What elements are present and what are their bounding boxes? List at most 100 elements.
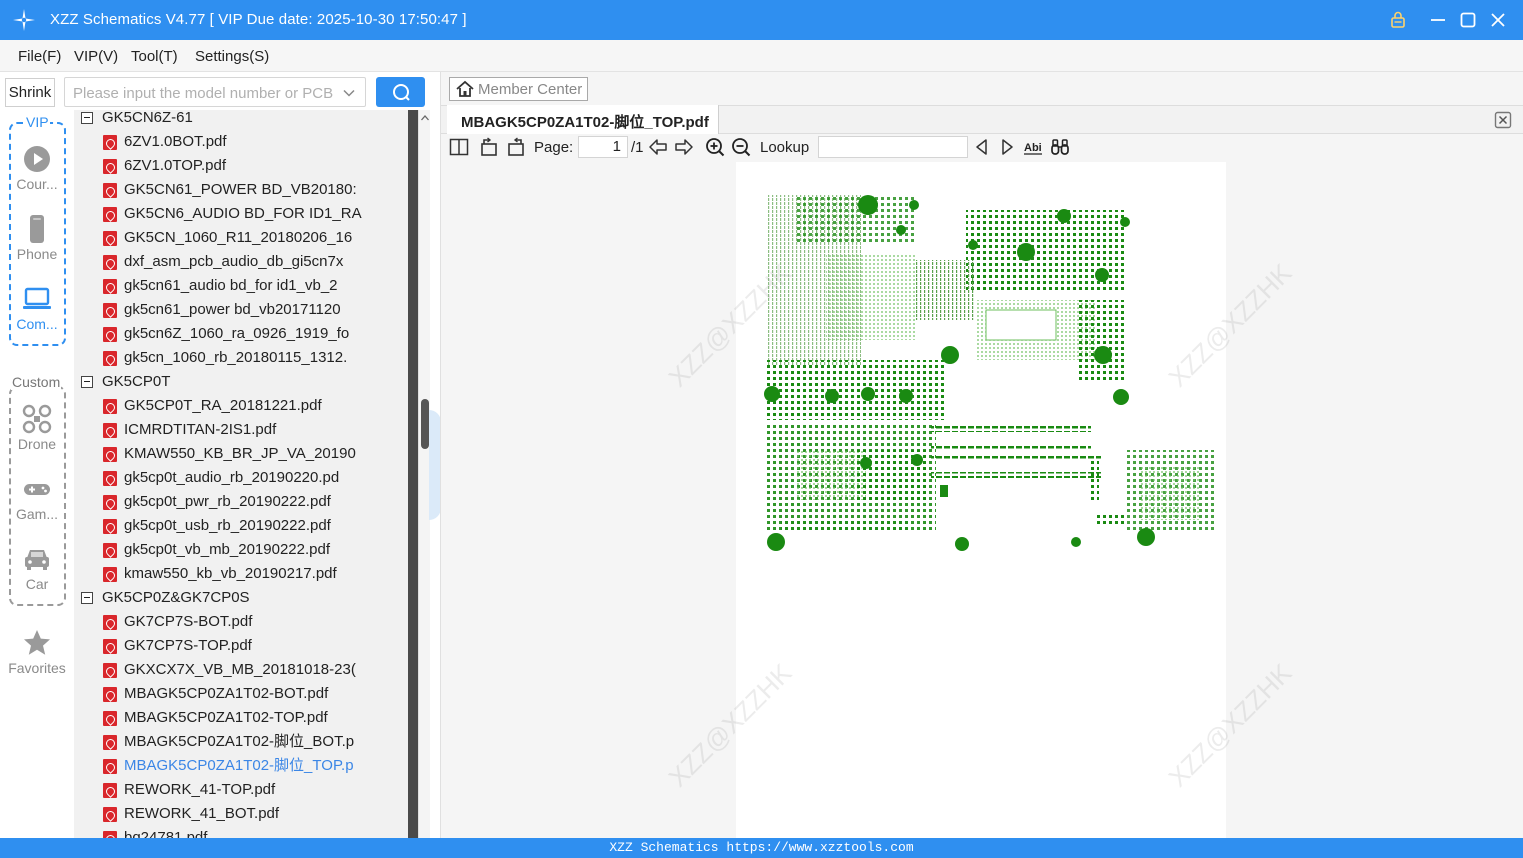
lookup-label: Lookup [760,139,810,156]
category-rail: VIP Cour... Phone Com... Custom Drone Ga… [0,110,74,838]
tree-item-label: GKXCX7X_VB_MB_20181018-23( [124,661,356,678]
rail-item-courses[interactable]: Cour... [4,144,70,192]
pdf-file-icon [103,255,117,270]
tree-item-label: GK5CP0T [102,373,171,390]
close-button[interactable] [1486,8,1510,32]
search-button[interactable] [376,77,425,107]
drone-icon [22,404,52,434]
rotate-right-icon[interactable] [506,137,526,157]
tree-item-label: gk5cn61_power bd_vb20171120 [124,301,341,318]
custom-group-label: Custom [11,374,62,390]
tree-item-label: gk5cn6Z_1060_ra_0926_1919_fo [124,325,350,342]
pdf-file-icon [103,399,117,414]
pdf-file-icon [103,279,117,294]
home-icon [456,80,474,97]
collapse-toggle-icon[interactable] [81,376,93,388]
rail-item-computer[interactable]: Com... [4,284,70,332]
pdf-file-icon [103,567,117,582]
rail-item-label: Drone [17,436,57,452]
menu-file[interactable]: File(F) [18,48,61,65]
pdf-file-icon [103,639,117,654]
document-tab[interactable]: MBAGK5CP0ZA1T02-脚位_TOP.pdf [447,105,719,134]
pdf-file-icon [103,303,117,318]
chevron-down-icon[interactable] [342,86,356,100]
pdf-file-icon [103,183,117,198]
rail-item-games[interactable]: Gam... [4,474,70,522]
pdf-file-icon [103,351,117,366]
lookup-input[interactable] [818,136,968,158]
zoom-in-icon[interactable] [705,137,725,157]
search-input[interactable] [73,83,333,103]
maximize-button[interactable] [1456,8,1480,32]
pcb-board-image [764,195,1216,551]
pdf-file-icon [103,159,117,174]
tree-item-label: MBAGK5CP0ZA1T02-脚位_BOT.p [124,733,355,750]
tree-scroll-thumb[interactable] [421,399,429,449]
tree-item-label: GK5CP0Z&GK7CP0S [102,589,250,606]
svg-text:Abi: Abi [1024,142,1042,154]
play-circle-icon [24,146,50,172]
lock-icon[interactable] [1386,8,1410,32]
find-prev-icon[interactable] [972,137,992,157]
tree-item-label: GK5CP0T_RA_20181221.pdf [124,397,322,414]
tree-item-label: GK5CN_1060_R11_20180206_16 [124,229,353,246]
match-case-icon[interactable]: Abi [1023,137,1043,157]
pdf-file-icon [103,735,117,750]
shrink-button[interactable]: Shrink [5,78,55,107]
app-logo-icon [13,9,35,31]
tree-item-label: gk5cp0t_usb_rb_20190222.pdf [124,517,331,534]
pdf-file-icon [103,231,117,246]
tree-item-label: MBAGK5CP0ZA1T02-BOT.pdf [124,685,329,702]
pdf-file-icon [103,831,117,838]
tree-item-label: gk5cp0t_pwr_rb_20190222.pdf [124,493,331,510]
pdf-file-icon [103,615,117,630]
collapse-toggle-icon[interactable] [81,112,93,124]
laptop-icon [23,287,51,309]
pdf-file-icon [103,807,117,822]
find-next-icon[interactable] [997,137,1017,157]
tree-item-label: bq24781.pdf [124,829,208,838]
binoculars-icon[interactable] [1050,137,1070,157]
pdf-file-icon [103,447,117,462]
tree-item-label: kmaw550_kb_vb_20190217.pdf [124,565,337,582]
close-all-tabs-icon[interactable] [1494,111,1512,129]
tree-item-label: GK7CP7S-BOT.pdf [124,613,253,630]
pdf-file-icon [103,759,117,774]
menu-tool[interactable]: Tool(T) [131,48,178,65]
collapse-toggle-icon[interactable] [81,592,93,604]
page-number-input[interactable]: 1 [578,136,628,158]
tree-item-label: REWORK_41-TOP.pdf [124,781,276,798]
member-center-button[interactable]: Member Center [449,77,588,101]
tree-item-label: REWORK_41_BOT.pdf [124,805,280,822]
two-page-view-icon[interactable] [449,137,469,157]
page-total: /1 [631,139,644,156]
model-search-combobox[interactable] [64,77,366,107]
pdf-file-icon [103,711,117,726]
menu-vip[interactable]: VIP(V) [74,48,118,65]
file-tree: GK5CN6Z-61 6ZV1.0BOT.pdf 6ZV1.0TOP.pdf GK5C… [74,110,408,838]
rail-item-label: Phone [16,246,58,262]
tree-item-label: KMAW550_KB_BR_JP_VA_20190 [124,445,356,462]
rotate-left-icon[interactable] [479,137,499,157]
tree-item-label: 6ZV1.0BOT.pdf [124,133,227,150]
rail-item-car[interactable]: Car [4,544,70,592]
status-bar: XZZ Schematics https://www.xzztools.com [0,838,1523,858]
rail-item-phone[interactable]: Phone [4,214,70,262]
search-icon [392,84,410,101]
tree-item-label: GK7CP7S-TOP.pdf [124,637,252,654]
window-title: XZZ Schematics V4.77 [ VIP Due date: 202… [50,11,467,28]
rail-item-favorites[interactable]: Favorites [4,628,70,676]
tree-item-label: gk5cn61_audio bd_for id1_vb_2 [124,277,338,294]
next-page-arrow-icon[interactable] [674,137,694,157]
pdf-file-icon [103,327,117,342]
pdf-file-icon [103,423,117,438]
tree-item-label: gk5cp0t_audio_rb_20190220.pd [124,469,340,486]
rail-item-drone[interactable]: Drone [4,404,70,452]
minimize-button[interactable] [1426,8,1450,32]
tree-item-label: gk5cn_1060_rb_20180115_1312. [124,349,348,366]
zoom-out-icon[interactable] [731,137,751,157]
scroll-up-icon[interactable] [420,113,430,123]
menu-settings[interactable]: Settings(S) [195,48,269,65]
prev-page-arrow-icon[interactable] [648,137,668,157]
pdf-page[interactable] [736,162,1226,838]
